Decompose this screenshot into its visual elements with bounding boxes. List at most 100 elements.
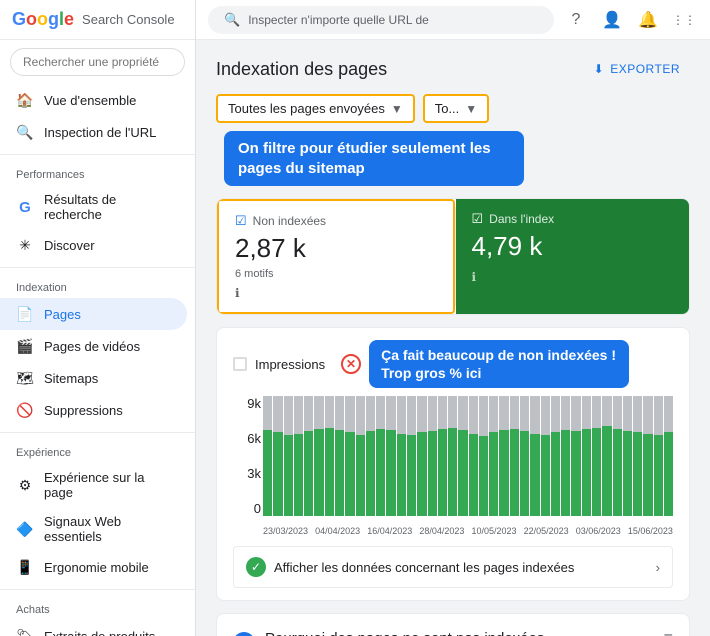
chart-bar-group <box>592 396 601 516</box>
close-annotation-icon[interactable]: ✕ <box>341 354 361 374</box>
bar-gray <box>294 396 303 433</box>
chart-bar-group <box>520 396 529 516</box>
sidebar-search-container <box>0 40 195 84</box>
notification-icon[interactable]: 🔔 <box>634 6 662 34</box>
bar-gray <box>664 396 673 432</box>
chart-bar-group <box>335 396 344 516</box>
topbar-search[interactable]: 🔍 Inspecter n'importe quelle URL de <box>208 6 554 34</box>
sidebar-item-pages-video[interactable]: 🎬 Pages de vidéos <box>0 330 187 362</box>
export-button[interactable]: ⬇ EXPORTER <box>584 56 690 82</box>
sidebar-item-web-vitals[interactable]: 🔷 Signaux Web essentiels <box>0 507 187 551</box>
bar-gray <box>376 396 385 428</box>
info-icon-card[interactable]: ℹ <box>235 286 437 300</box>
bar-gray <box>325 396 334 427</box>
bar-gray <box>304 396 313 431</box>
bar-gray <box>530 396 539 433</box>
table-section-text: Pourquoi des pages ne sont pas indexées … <box>265 630 618 636</box>
chart-footer-link[interactable]: ✓ Afficher les données concernant les pa… <box>233 546 673 588</box>
chevron-down-icon-2: ▼ <box>465 102 477 116</box>
checkbox-icon-white: ☑ <box>472 211 484 227</box>
sidebar-item-ergonomie[interactable]: 📱 Ergonomie mobile <box>0 551 187 583</box>
bar-gray <box>314 396 323 428</box>
indexed-label: Dans l'index <box>489 212 554 226</box>
impressions-checkbox[interactable] <box>233 357 247 371</box>
chart-bar-group <box>613 396 622 516</box>
filter-annotation: On filtre pour étudier seulement les pag… <box>224 131 524 186</box>
bar-green <box>613 429 622 517</box>
filter-chip-extra[interactable]: To... ▼ <box>423 94 489 123</box>
bar-gray <box>592 396 601 427</box>
sitemaps-icon: 🗺 <box>16 369 34 387</box>
bar-green <box>664 432 673 516</box>
x-label: 15/06/2023 <box>628 526 673 536</box>
table-section-header: i Pourquoi des pages ne sont pas indexée… <box>233 630 673 636</box>
bar-green <box>469 434 478 517</box>
filter-bar: Toutes les pages envoyées ▼ To... ▼ On f… <box>216 94 690 186</box>
sidebar-item-vue-ensemble[interactable]: 🏠 Vue d'ensemble <box>0 84 187 116</box>
bar-green <box>407 435 416 517</box>
bar-green <box>510 429 519 517</box>
filter-chip-pages[interactable]: Toutes les pages envoyées ▼ <box>216 94 415 123</box>
bar-green <box>561 430 570 516</box>
chart-bar-group <box>325 396 334 516</box>
bar-gray <box>284 396 293 434</box>
chart-bar-group <box>561 396 570 516</box>
chart-bar-group <box>314 396 323 516</box>
y-label-0: 0 <box>254 501 261 516</box>
sidebar-label-suppressions: Suppressions <box>44 403 123 418</box>
bar-gray <box>571 396 580 431</box>
chart-area: 9k 6k 3k 0 23/03/202304/04/202316/04/202… <box>233 396 673 536</box>
chevron-down-icon: ▼ <box>391 102 403 116</box>
chart-x-labels: 23/03/202304/04/202316/04/202328/04/2023… <box>263 526 673 536</box>
bar-green <box>397 434 406 517</box>
sidebar-label-resultats: Résultats de recherche <box>44 192 171 222</box>
g-logo: Google <box>12 9 74 30</box>
sidebar-item-pages[interactable]: 📄 Pages <box>0 298 187 330</box>
bar-gray <box>263 396 272 430</box>
stats-row: ☑ Non indexées 2,87 k 6 motifs ℹ ☑ Dans … <box>216 198 690 315</box>
page-title: Indexation des pages <box>216 59 387 80</box>
help-icon[interactable]: ? <box>562 6 590 34</box>
sidebar-item-discover[interactable]: ✳ Discover <box>0 229 187 261</box>
sidebar-item-sitemaps[interactable]: 🗺 Sitemaps <box>0 362 187 394</box>
bar-green <box>273 432 282 516</box>
divider-4 <box>0 589 195 590</box>
divider-2 <box>0 267 195 268</box>
bar-green <box>304 431 313 516</box>
sidebar-item-suppressions[interactable]: 🚫 Suppressions <box>0 394 187 426</box>
google-g-icon: G <box>16 198 34 216</box>
bar-green <box>643 434 652 517</box>
bar-gray <box>428 396 437 431</box>
chart-header: Impressions ✕ Ça fait beaucoup de non in… <box>233 340 673 388</box>
filter-chip-label: Toutes les pages envoyées <box>228 101 385 116</box>
apps-icon[interactable]: ⋮⋮ <box>670 6 698 34</box>
divider-1 <box>0 154 195 155</box>
sidebar-item-inspection-url[interactable]: 🔍 Inspection de l'URL <box>0 116 187 148</box>
search-icon: 🔍 <box>16 123 34 141</box>
x-label: 22/05/2023 <box>524 526 569 536</box>
google-logo: Google Search Console <box>12 9 175 30</box>
account-icon[interactable]: 👤 <box>598 6 626 34</box>
sidebar-label-vue-ensemble: Vue d'ensemble <box>44 93 136 108</box>
sidebar-item-extraits[interactable]: 🏷 Extraits de produits <box>0 620 187 636</box>
chart-bar-group <box>263 396 272 516</box>
filter-icon[interactable]: ≡ <box>664 630 673 636</box>
chart-bar-group <box>284 396 293 516</box>
property-search-input[interactable] <box>10 48 185 76</box>
bar-green <box>366 431 375 516</box>
info-icon-section: i <box>233 632 255 636</box>
mobile-icon: 📱 <box>16 558 34 576</box>
x-label: 10/05/2023 <box>472 526 517 536</box>
indexed-info[interactable]: ℹ <box>472 270 674 284</box>
sidebar-header: Google Search Console <box>0 0 195 40</box>
bar-green <box>520 431 529 516</box>
sidebar-item-resultats[interactable]: G Résultats de recherche <box>0 185 187 229</box>
chart-bar-group <box>356 396 365 516</box>
section-label-indexation: Indexation <box>0 274 195 298</box>
bar-green <box>541 435 550 517</box>
non-indexed-label: Non indexées <box>253 214 326 228</box>
bar-gray <box>335 396 344 430</box>
video-icon: 🎬 <box>16 337 34 355</box>
sidebar-item-exp-page[interactable]: ⚙ Expérience sur la page <box>0 463 187 507</box>
bar-gray <box>479 396 488 436</box>
